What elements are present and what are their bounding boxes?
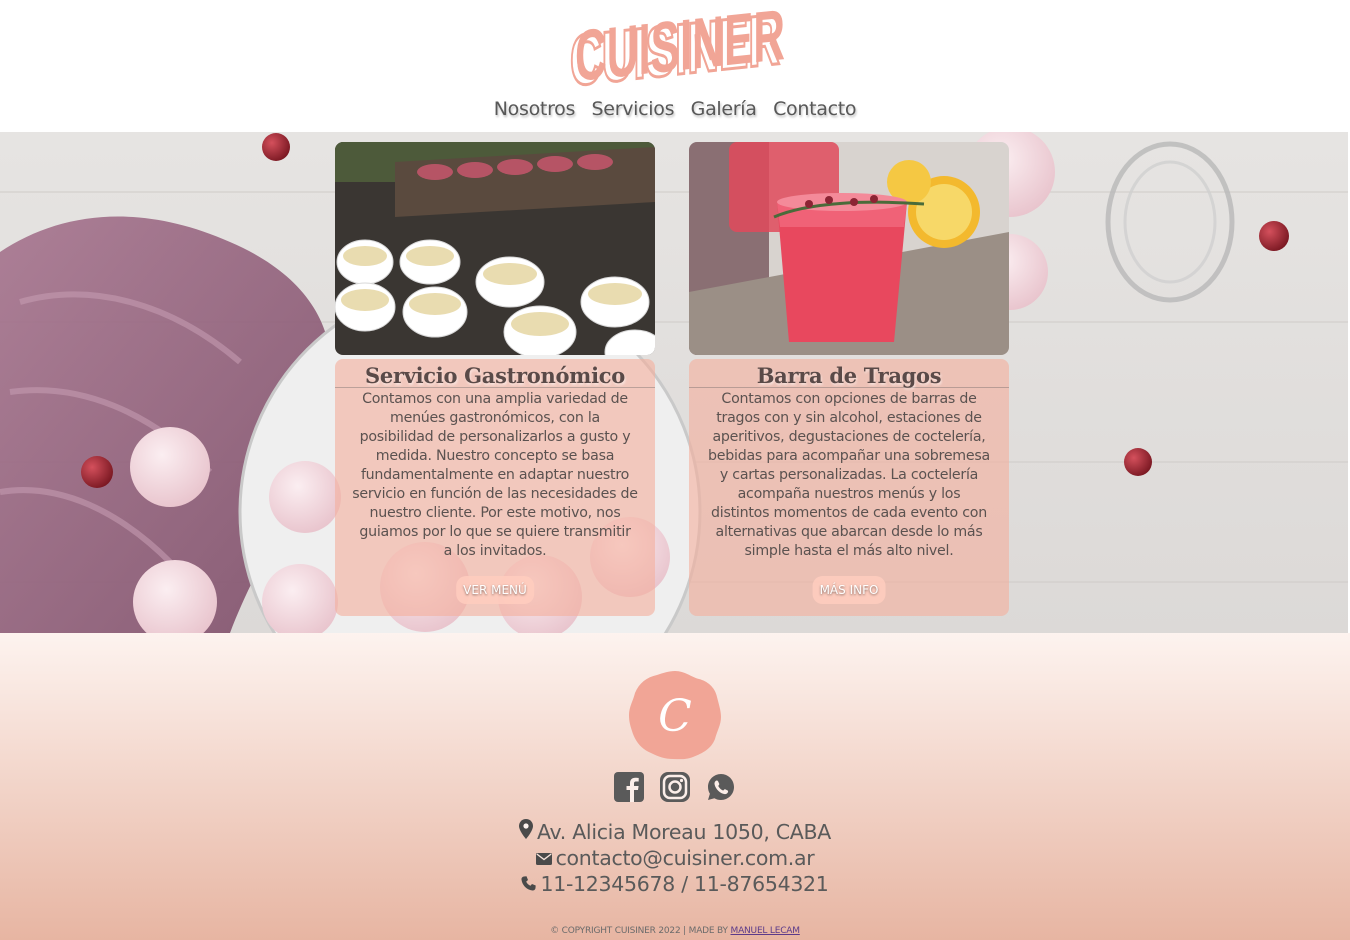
whatsapp-icon[interactable] (704, 771, 738, 805)
services-hero: Servicio Gastronómico Contamos con una a… (0, 132, 1348, 633)
service-card-description: Contamos con una amplia variedad de menú… (352, 391, 638, 559)
envelope-icon (535, 845, 552, 871)
service-card-barra-tragos: Barra de Tragos Contamos con opciones de… (689, 142, 1009, 616)
service-card-gastronomico: Servicio Gastronómico Contamos con una a… (335, 142, 655, 616)
site-footer: C Av. Alicia Moreau 1050, CABA contacto@… (0, 633, 1350, 940)
copyright-text: © COPYRIGHT CUISINER 2022 | MADE BY (550, 926, 728, 936)
contact-info: Av. Alicia Moreau 1050, CABA contacto@cu… (0, 819, 1350, 897)
cuisiner-badge-logo: C (629, 671, 721, 760)
phone-icon (521, 871, 537, 897)
hero-background-image (0, 132, 1348, 633)
phone-text: 11-12345678 / 11-87654321 (540, 872, 829, 896)
email-row: contacto@cuisiner.com.ar (0, 845, 1350, 871)
social-links (0, 771, 1350, 805)
buffet-photo (335, 142, 655, 355)
svg-text:C: C (658, 691, 692, 742)
cuisiner-logo[interactable]: CUISINER CUISINER (566, 2, 788, 92)
address-text: Av. Alicia Moreau 1050, CABA (537, 820, 831, 844)
service-card-description: Contamos con opciones de barras de trago… (708, 391, 990, 559)
cocktail-photo (689, 142, 1009, 355)
address-row: Av. Alicia Moreau 1050, CABA (0, 819, 1350, 845)
mas-info-button[interactable]: MÁS INFO (812, 576, 886, 604)
service-card-title: Servicio Gastronómico (335, 359, 655, 388)
email-link[interactable]: contacto@cuisiner.com.ar (556, 846, 815, 870)
copyright: © COPYRIGHT CUISINER 2022 | MADE BY MANU… (0, 926, 1350, 936)
service-card-body: Servicio Gastronómico Contamos con una a… (335, 359, 655, 616)
main-nav: Nosotros Servicios Galería Contacto (0, 98, 1350, 120)
service-card-title: Barra de Tragos (689, 359, 1009, 388)
nav-item-servicios[interactable]: Servicios (592, 98, 675, 120)
instagram-icon[interactable] (658, 771, 692, 805)
site-header: CUISINER CUISINER Nosotros Servicios Gal… (0, 0, 1350, 132)
nav-item-galeria[interactable]: Galería (691, 98, 757, 120)
phone-row: 11-12345678 / 11-87654321 (0, 871, 1350, 897)
nav-item-nosotros[interactable]: Nosotros (494, 98, 576, 120)
service-card-body: Barra de Tragos Contamos con opciones de… (689, 359, 1009, 616)
author-link[interactable]: MANUEL LECAM (731, 926, 801, 936)
facebook-icon[interactable] (612, 771, 646, 805)
nav-item-contacto[interactable]: Contacto (773, 98, 856, 120)
ver-menu-button[interactable]: VER MENÚ (456, 576, 534, 604)
map-pin-icon (519, 819, 533, 845)
